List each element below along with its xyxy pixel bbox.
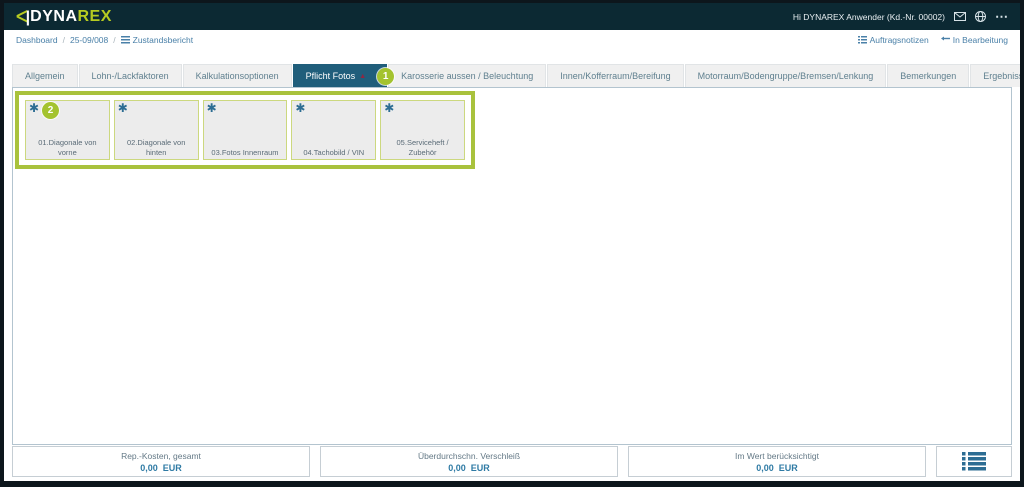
tab-karosserie-aussen[interactable]: Karosserie aussen / Beleuchtung <box>388 64 546 87</box>
required-asterisk-icon: ✱ <box>118 102 128 114</box>
tile-label: 04.Tachobild / VIN <box>292 148 375 157</box>
required-asterisk-icon: ✱ <box>29 102 39 114</box>
breadcrumb-separator: / <box>113 35 115 45</box>
status-sync-icon <box>941 36 950 44</box>
app-window: ᐸ| DYNAREX Hi DYNAREX Anwender (Kd.-Nr. … <box>0 0 1024 487</box>
notes-list-icon <box>858 36 867 44</box>
logo-mark-icon: ᐸ| <box>16 7 28 27</box>
tab-ergebnisse[interactable]: Ergebnisse <box>970 64 1024 87</box>
tile-label: 02.Diagonale von hinten <box>115 138 198 157</box>
summary-list-button[interactable] <box>936 446 1012 477</box>
breadcrumb-order-number[interactable]: 25-09/008 <box>70 35 108 45</box>
stat-label: Rep.-Kosten, gesamt <box>121 451 201 461</box>
photo-tile-tachobild-vin[interactable]: ✱ 04.Tachobild / VIN <box>291 100 376 160</box>
tile-label: 03.Fotos Innenraum <box>204 148 287 157</box>
breadcrumb-dashboard[interactable]: Dashboard <box>16 35 58 45</box>
brand-name: DYNAREX <box>30 8 112 26</box>
breadcrumb-bar: Dashboard / 25-09/008 / Zustandsbericht … <box>4 30 1020 50</box>
tab-allgemein[interactable]: Allgemein <box>12 64 78 87</box>
photo-tile-diagonale-hinten[interactable]: ✱ 02.Diagonale von hinten <box>114 100 199 160</box>
brand-logo[interactable]: ᐸ| DYNAREX <box>16 7 112 27</box>
annotation-highlight-box: ✱ 2 01.Diagonale von vorne ✱ 02.Diagonal… <box>15 91 475 169</box>
stat-label: Überdurchschn. Verschleiß <box>418 451 520 461</box>
content-panel: ✱ 2 01.Diagonale von vorne ✱ 02.Diagonal… <box>12 87 1012 445</box>
required-asterisk-icon: ✱ <box>207 102 217 114</box>
tab-innen-kofferraum[interactable]: Innen/Kofferraum/Bereifung <box>547 64 683 87</box>
more-options-icon[interactable]: ⋯ <box>995 10 1008 23</box>
annotation-badge-2: 2 <box>42 102 59 119</box>
tab-pflicht-fotos[interactable]: Pflicht Fotos ▲ 1 <box>293 64 387 87</box>
photo-tile-serviceheft[interactable]: ✱ 05.Serviceheft / Zubehör <box>380 100 465 160</box>
user-greeting: Hi DYNAREX Anwender (Kd.-Nr. 00002) <box>793 12 945 22</box>
tile-label: 01.Diagonale von vorne <box>26 138 109 157</box>
tab-kalkulationsoptionen[interactable]: Kalkulationsoptionen <box>183 64 292 87</box>
footer-stats-bar: Rep.-Kosten, gesamt 0,00EUR Überdurchsch… <box>12 446 1012 477</box>
tab-label: Pflicht Fotos <box>306 71 356 81</box>
stat-value: 0,00EUR <box>448 463 490 473</box>
list-menu-icon <box>962 452 986 471</box>
tile-label: 05.Serviceheft / Zubehör <box>381 138 464 157</box>
breadcrumb-zustandsbericht[interactable]: Zustandsbericht <box>121 35 193 45</box>
stat-im-wert: Im Wert berücksichtigt 0,00EUR <box>628 446 926 477</box>
breadcrumb-separator: / <box>63 35 65 45</box>
mail-icon[interactable] <box>954 12 966 21</box>
tab-bemerkungen[interactable]: Bemerkungen <box>887 64 969 87</box>
stat-rep-kosten: Rep.-Kosten, gesamt 0,00EUR <box>12 446 310 477</box>
warning-icon: ▲ <box>359 73 366 80</box>
required-asterisk-icon: ✱ <box>384 102 394 114</box>
tab-motorraum[interactable]: Motorraum/Bodengruppe/Bremsen/Lenkung <box>685 64 887 87</box>
tab-bar: Allgemein Lohn-/Lackfaktoren Kalkulation… <box>12 64 1012 87</box>
photo-tile-diagonale-vorne[interactable]: ✱ 2 01.Diagonale von vorne <box>25 100 110 160</box>
required-asterisk-icon: ✱ <box>295 102 305 114</box>
stat-verschleiss: Überdurchschn. Verschleiß 0,00EUR <box>320 446 618 477</box>
stat-value: 0,00EUR <box>140 463 182 473</box>
top-header-bar: ᐸ| DYNAREX Hi DYNAREX Anwender (Kd.-Nr. … <box>4 3 1020 30</box>
status-in-bearbeitung[interactable]: In Bearbeitung <box>941 35 1008 45</box>
list-icon <box>121 36 130 44</box>
auftragsnotizen-button[interactable]: Auftragsnotizen <box>858 35 929 45</box>
globe-icon[interactable] <box>975 11 986 22</box>
tab-lohn-lackfaktoren[interactable]: Lohn-/Lackfaktoren <box>79 64 182 87</box>
stat-value: 0,00EUR <box>756 463 798 473</box>
annotation-badge-1: 1 <box>377 68 394 85</box>
stat-label: Im Wert berücksichtigt <box>735 451 819 461</box>
photo-tile-innenraum[interactable]: ✱ 03.Fotos Innenraum <box>203 100 288 160</box>
